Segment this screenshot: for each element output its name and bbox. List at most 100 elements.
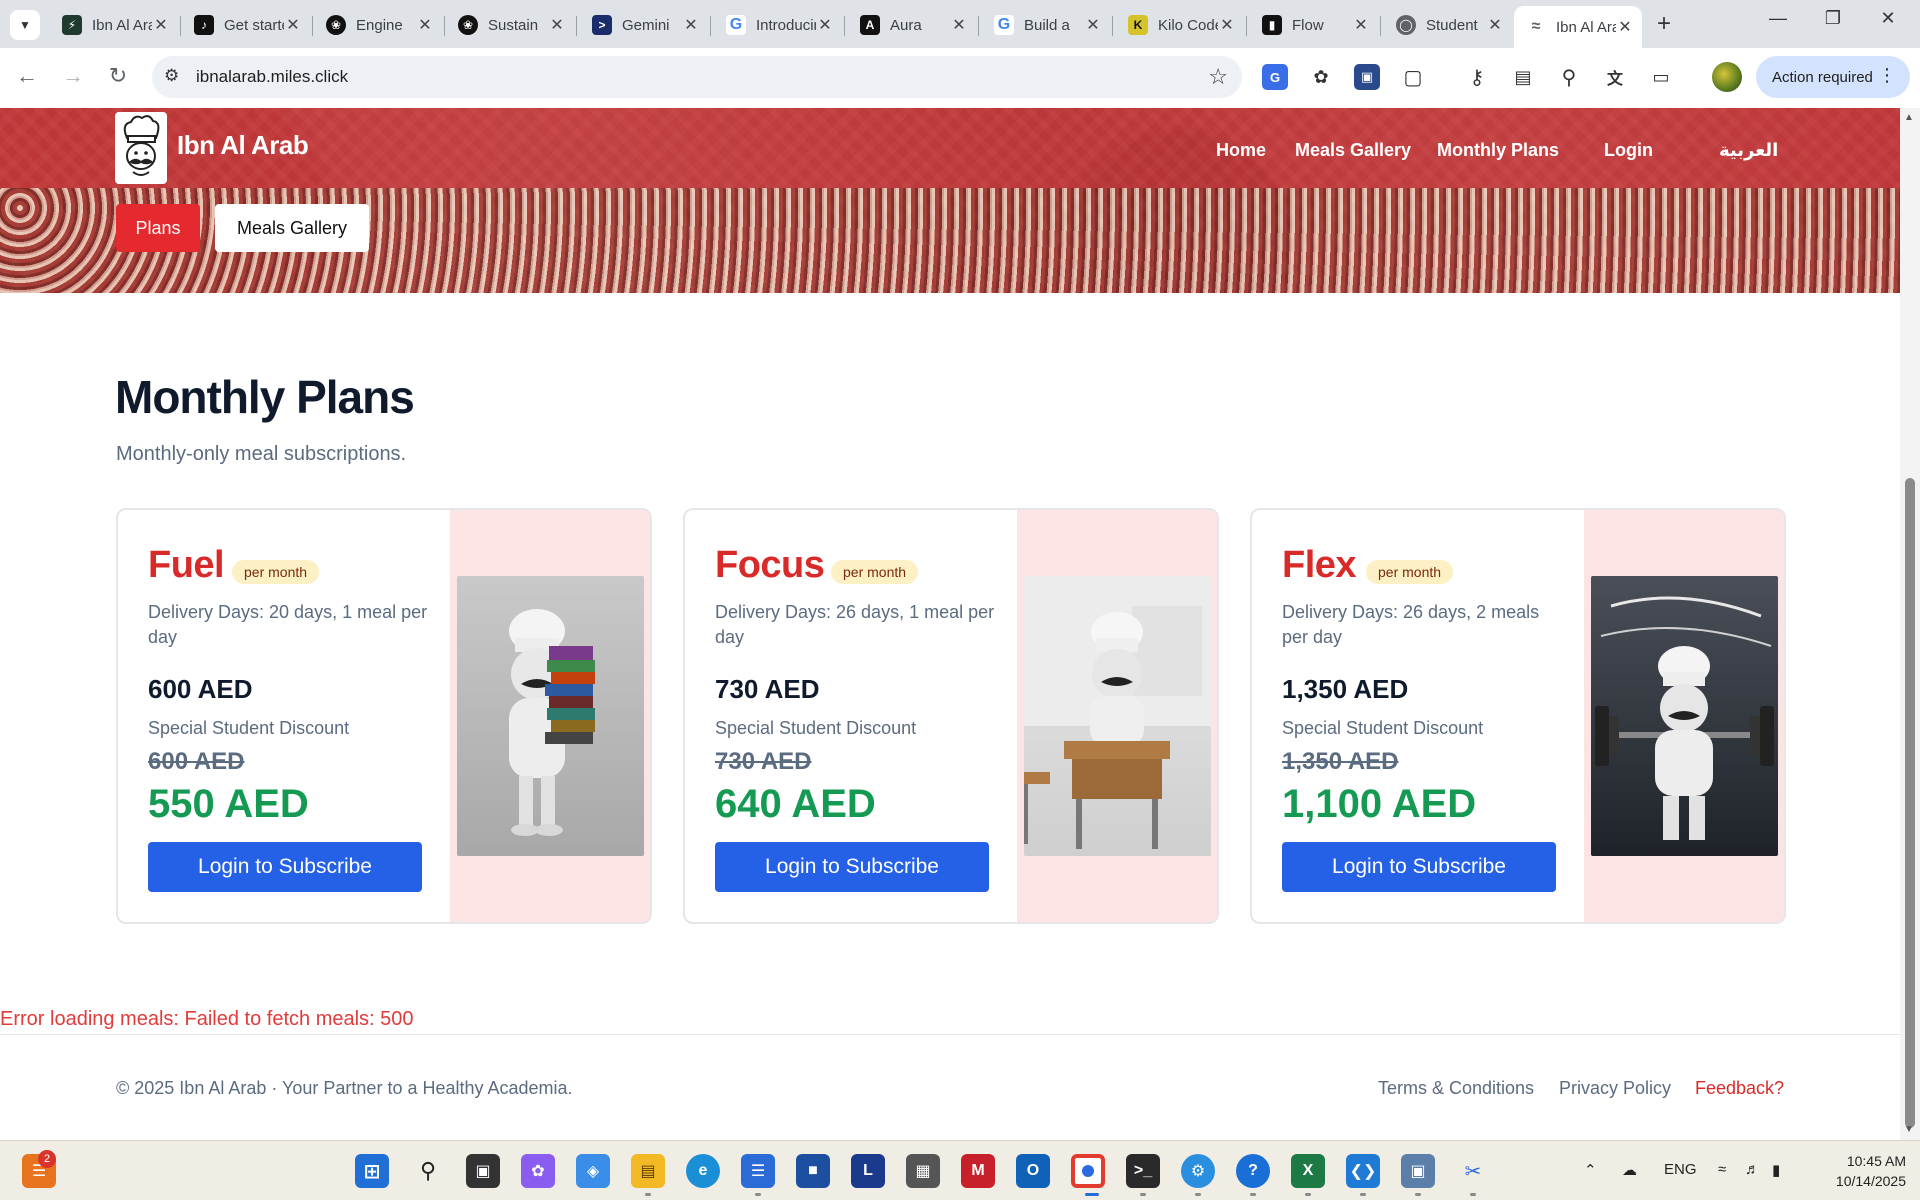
extension-icon[interactable]: ▣ <box>1354 64 1380 90</box>
help-icon[interactable]: ? <box>1236 1154 1270 1188</box>
login-to-subscribe-button[interactable]: Login to Subscribe <box>715 842 989 892</box>
tab-list-button[interactable]: ▼ <box>10 10 40 40</box>
l-app-icon[interactable]: L <box>851 1154 885 1188</box>
bookmark-star-icon[interactable]: ☆ <box>1208 64 1228 90</box>
puzzle-icon[interactable]: ▢ <box>1400 64 1426 90</box>
copilot-icon[interactable]: ◈ <box>576 1154 610 1188</box>
outlook-icon[interactable]: O <box>1016 1154 1050 1188</box>
onedrive-cloud-icon[interactable]: ☁ <box>1622 1161 1637 1179</box>
terminal-icon[interactable]: >_ <box>1126 1154 1160 1188</box>
plans-pill-button[interactable]: Plans <box>116 204 200 252</box>
volume-icon[interactable]: ♬ <box>1745 1161 1760 1178</box>
profile-avatar[interactable] <box>1712 62 1742 92</box>
docker-icon[interactable]: ⚙ <box>1181 1154 1215 1188</box>
close-tab-icon[interactable]: ✕ <box>1218 15 1236 35</box>
tray-chevron-icon[interactable]: ⌃ <box>1584 1161 1597 1179</box>
wifi-icon[interactable]: ≈ <box>1718 1161 1726 1178</box>
browser-tab[interactable]: > Gemini ✕ <box>580 6 708 44</box>
remote-desktop-icon[interactable]: ▣ <box>1401 1154 1435 1188</box>
close-tab-icon[interactable]: ✕ <box>950 15 968 35</box>
browser-tab[interactable]: ◯ Student ✕ <box>1384 6 1512 44</box>
widgets-icon[interactable]: ✿ <box>521 1154 555 1188</box>
edge-browser-icon[interactable]: e <box>686 1154 720 1188</box>
store-icon[interactable]: ■ <box>796 1154 830 1188</box>
close-tab-icon[interactable]: ✕ <box>816 15 834 35</box>
file-explorer-icon[interactable]: ▤ <box>631 1154 665 1188</box>
credit-card-icon[interactable]: ▤ <box>1510 64 1536 90</box>
chef-logo[interactable] <box>115 112 167 184</box>
tab-title: Build a <box>1024 16 1070 34</box>
site-info-icon[interactable]: ⚙ <box>164 66 179 86</box>
snipping-tool-icon[interactable]: ✂ <box>1456 1154 1490 1188</box>
key-icon[interactable]: ⚷ <box>1464 64 1490 90</box>
feedback-link[interactable]: Feedback? <box>1695 1078 1784 1099</box>
nav-arabic-language[interactable]: العربية <box>1719 140 1778 161</box>
restore-icon[interactable]: ❐ <box>1813 8 1853 29</box>
forward-icon[interactable]: → <box>58 63 88 89</box>
meals-gallery-pill-button[interactable]: Meals Gallery <box>215 204 369 252</box>
browser-tab[interactable]: ❀ Engine ✕ <box>314 6 442 44</box>
location-pin-icon[interactable]: ⚲ <box>1556 64 1582 90</box>
discount-label: Special Student Discount <box>1282 718 1484 738</box>
old-price: 730 AED <box>715 748 812 775</box>
browser-tab[interactable]: K Kilo Code ✕ <box>1116 6 1244 44</box>
brand-name[interactable]: Ibn Al Arab <box>177 130 309 161</box>
task-view-icon[interactable]: ▣ <box>466 1154 500 1188</box>
scroll-up-arrow-icon[interactable]: ▲ <box>1904 112 1914 123</box>
chrome-icon[interactable] <box>1071 1154 1105 1188</box>
browser-tab[interactable]: ⚡ Ibn Al Arab ✕ <box>50 6 178 44</box>
calculator-icon[interactable]: ▦ <box>906 1154 940 1188</box>
close-tab-icon[interactable]: ✕ <box>416 15 434 35</box>
devices-icon[interactable]: ▭ <box>1648 64 1674 90</box>
browser-tab[interactable]: G Introducing ✕ <box>714 6 842 44</box>
nav-meals-gallery[interactable]: Meals Gallery <box>1295 140 1411 161</box>
browser-tab[interactable]: ▮ Flow ✕ <box>1250 6 1378 44</box>
terminal-icon: > <box>592 15 612 35</box>
back-icon[interactable]: ← <box>12 63 42 89</box>
close-tab-icon[interactable]: ✕ <box>284 15 302 35</box>
translate-icon[interactable]: 文 <box>1602 64 1628 90</box>
battery-icon[interactable]: ▮ <box>1772 1161 1780 1179</box>
close-tab-icon[interactable]: ✕ <box>682 15 700 35</box>
close-tab-icon[interactable]: ✕ <box>1352 15 1370 35</box>
search-icon[interactable]: ⚲ <box>411 1154 445 1188</box>
close-tab-icon[interactable]: ✕ <box>1486 15 1504 35</box>
privacy-link[interactable]: Privacy Policy <box>1559 1078 1671 1099</box>
browser-tab[interactable]: ❀ Sustain ✕ <box>446 6 574 44</box>
page-scrollbar[interactable]: ▲ ▼ <box>1900 108 1920 1140</box>
scrollbar-thumb[interactable] <box>1905 478 1915 1128</box>
browser-tab[interactable]: ♪ Get started ✕ <box>182 6 310 44</box>
browser-tab[interactable]: A Aura ✕ <box>848 6 976 44</box>
nav-monthly-plans[interactable]: Monthly Plans <box>1437 140 1559 161</box>
minimize-icon[interactable]: — <box>1758 8 1798 29</box>
nav-login[interactable]: Login <box>1604 140 1653 161</box>
login-to-subscribe-button[interactable]: Login to Subscribe <box>148 842 422 892</box>
notepad-icon[interactable]: ☰ <box>741 1154 775 1188</box>
close-tab-icon[interactable]: ✕ <box>152 15 170 35</box>
close-tab-icon[interactable]: ✕ <box>548 15 566 35</box>
reload-icon[interactable]: ↻ <box>103 63 133 89</box>
close-tab-icon[interactable]: ✕ <box>1084 15 1102 35</box>
login-to-subscribe-button[interactable]: Login to Subscribe <box>1282 842 1556 892</box>
browser-tab-active[interactable]: ≈ Ibn Al Arab ✕ <box>1514 6 1642 48</box>
excel-icon[interactable]: X <box>1291 1154 1325 1188</box>
browser-tab[interactable]: G Build a ✕ <box>982 6 1110 44</box>
action-required-button[interactable]: Action required ⋮ <box>1756 56 1910 98</box>
close-window-icon[interactable]: ✕ <box>1868 8 1908 29</box>
extension-icon[interactable]: ✿ <box>1308 64 1334 90</box>
close-tab-icon[interactable]: ✕ <box>1616 17 1634 37</box>
vscode-icon[interactable]: ❮❯ <box>1346 1154 1380 1188</box>
error-message: Error loading meals: Failed to fetch mea… <box>0 1008 414 1030</box>
start-windows-icon[interactable]: ⊞ <box>355 1154 389 1188</box>
address-bar[interactable]: ⚙ ibnalarab.miles.click ☆ <box>152 56 1242 98</box>
mcafee-icon[interactable]: M <box>961 1154 995 1188</box>
url-text[interactable]: ibnalarab.miles.click <box>196 67 348 87</box>
terms-link[interactable]: Terms & Conditions <box>1378 1078 1534 1099</box>
new-tab-button[interactable]: + <box>1650 10 1678 38</box>
nav-home[interactable]: Home <box>1216 140 1266 161</box>
translate-extension-icon[interactable]: G <box>1262 64 1288 90</box>
language-indicator[interactable]: ENG <box>1664 1161 1697 1178</box>
system-clock[interactable]: 10:45 AM 10/14/2025 <box>1816 1151 1906 1191</box>
menu-dots-icon[interactable]: ⋮ <box>1878 65 1896 86</box>
scroll-down-arrow-icon[interactable]: ▼ <box>1904 1124 1914 1135</box>
